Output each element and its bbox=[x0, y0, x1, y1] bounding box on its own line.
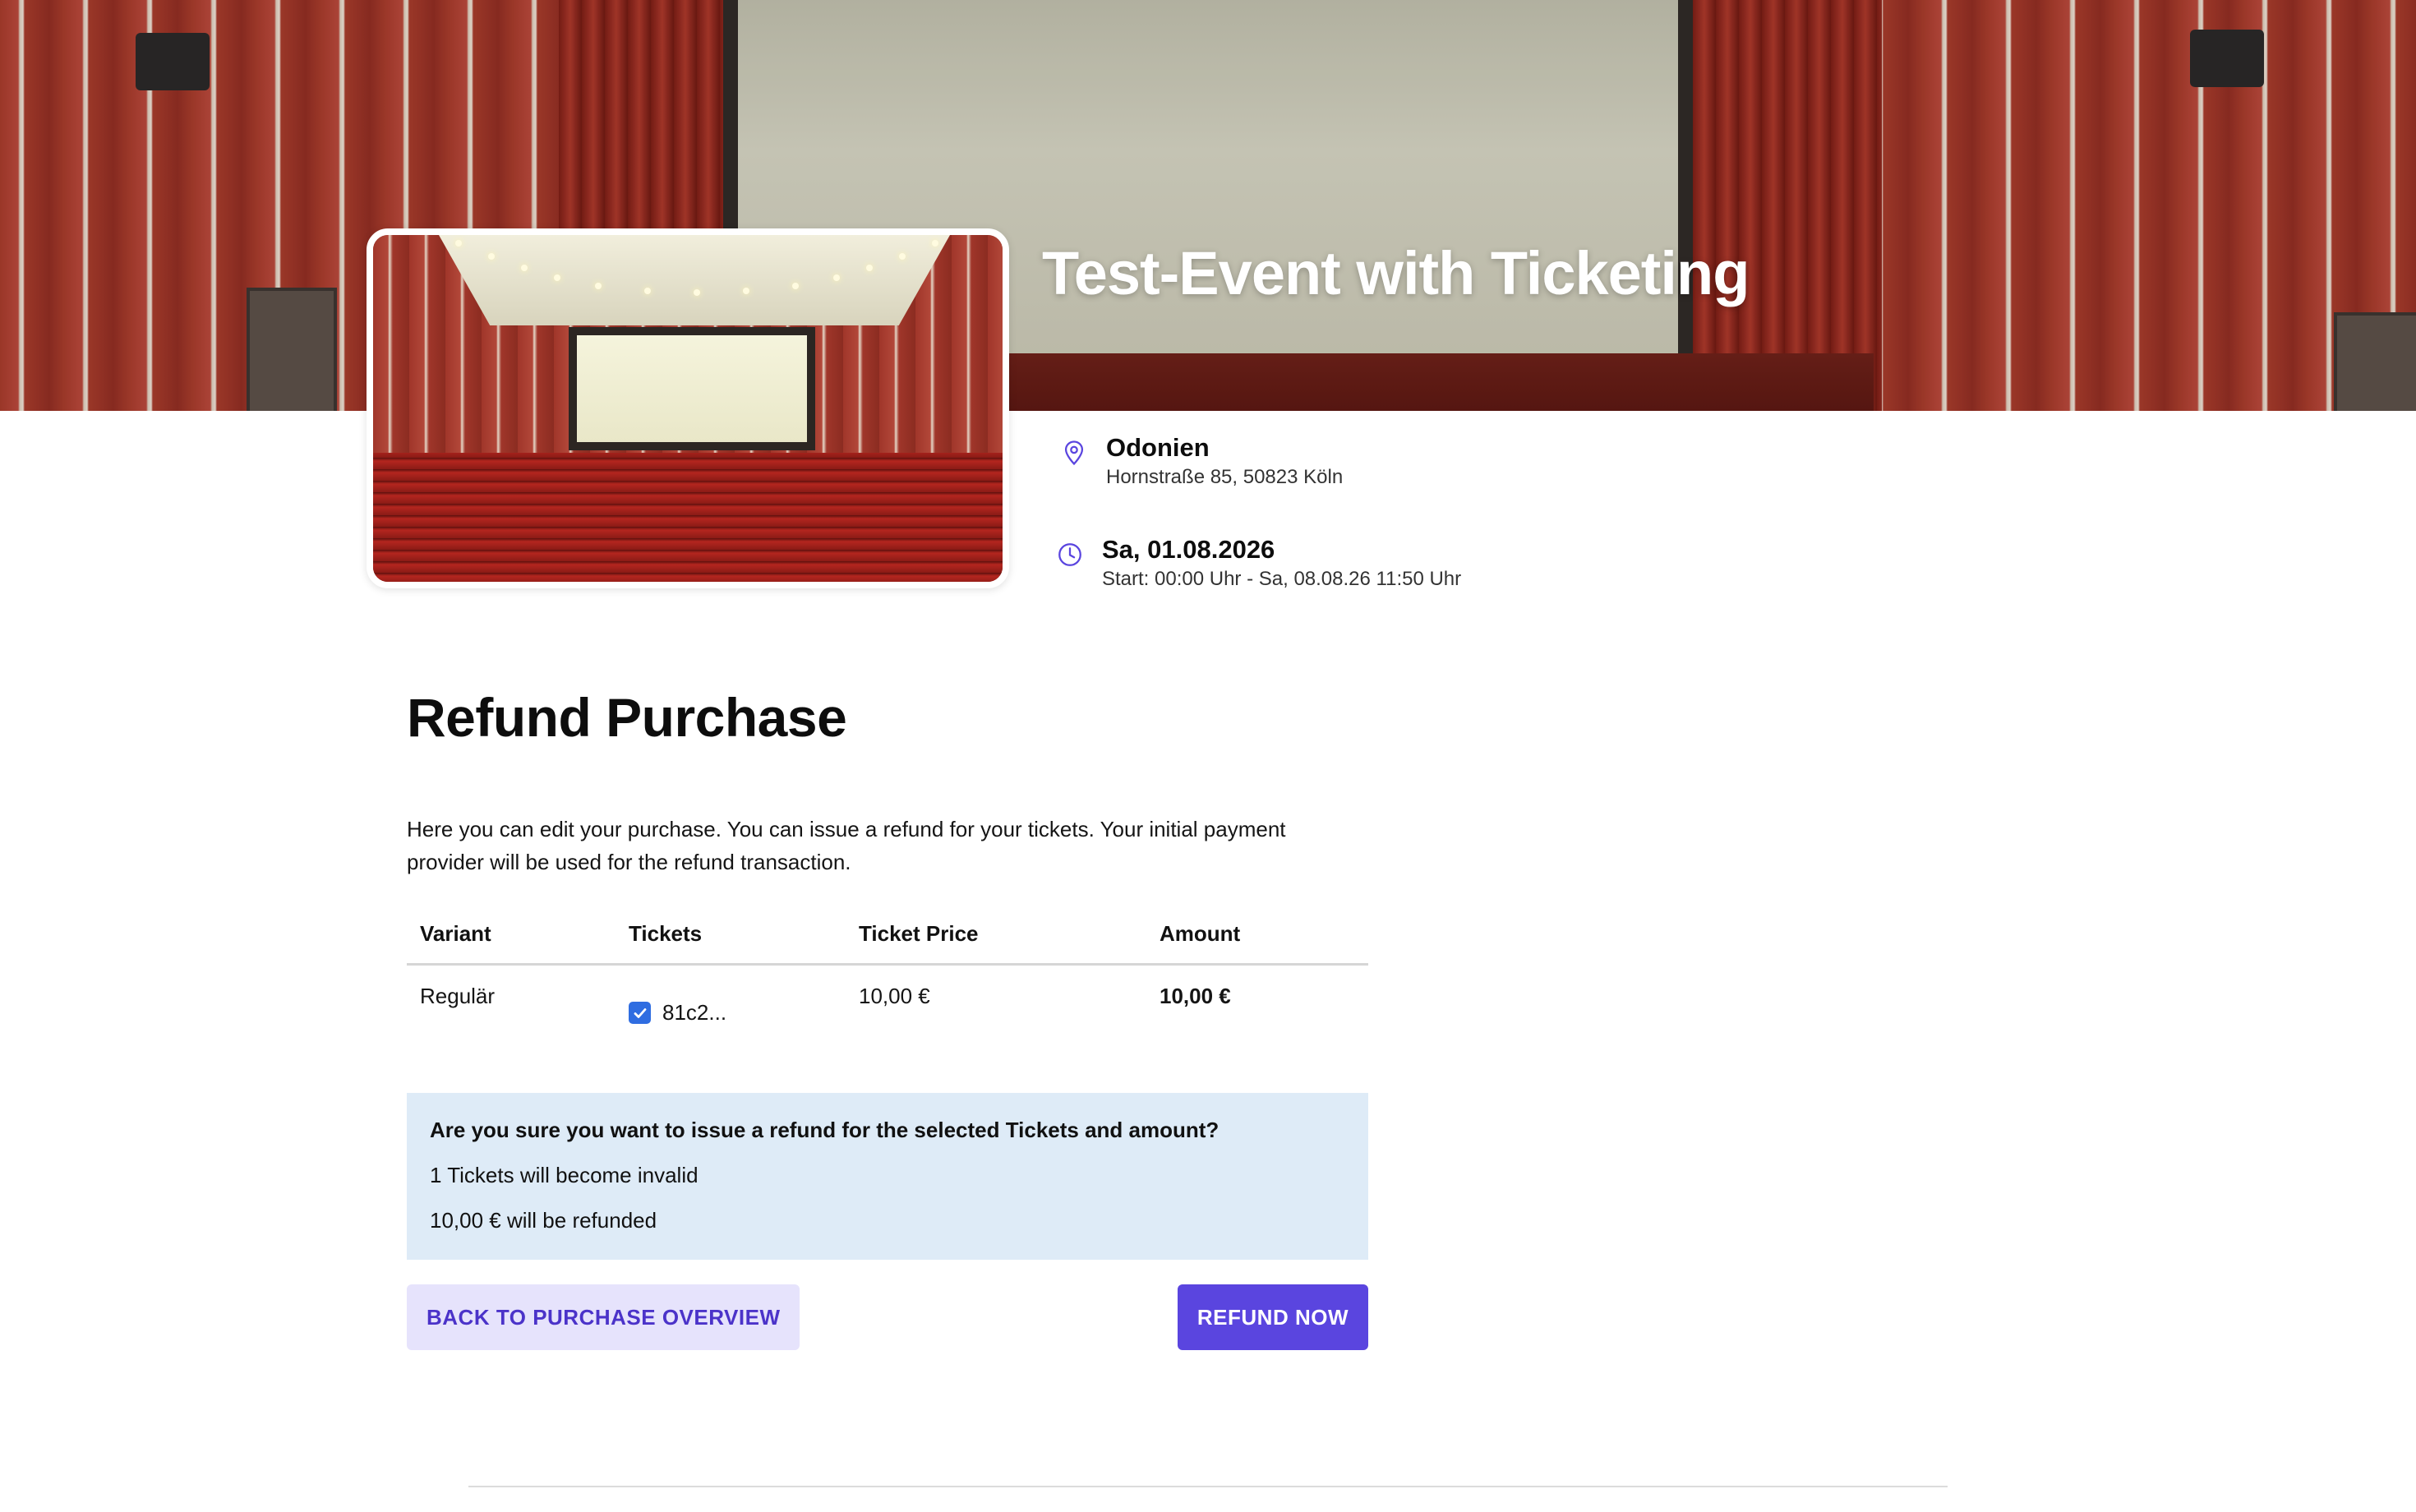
refund-amount-note: 10,00 € will be refunded bbox=[430, 1208, 657, 1233]
back-to-purchase-overview-button[interactable]: BACK TO PURCHASE OVERVIEW bbox=[407, 1284, 800, 1350]
cell-ticket-price: 10,00 € bbox=[859, 984, 930, 1008]
refund-section: Refund Purchase Here you can edit your p… bbox=[407, 686, 1368, 1350]
purchase-table: Variant Tickets Ticket Price Amount Regu… bbox=[407, 911, 1368, 1050]
refund-intro-text: Here you can edit your purchase. You can… bbox=[407, 817, 1286, 874]
ticket-selection: 81c2... bbox=[629, 984, 832, 1026]
column-header-variant: Variant bbox=[407, 911, 616, 966]
venue-info: Odonien Hornstraße 85, 50823 Köln bbox=[1060, 432, 1343, 490]
venue-name: Odonien bbox=[1106, 433, 1210, 462]
refund-now-button[interactable]: REFUND NOW bbox=[1177, 1284, 1368, 1350]
cell-variant: Regulär bbox=[420, 984, 496, 1008]
cell-amount: 10,00 € bbox=[1160, 984, 1231, 1008]
venue-address: Hornstraße 85, 50823 Köln bbox=[1106, 466, 1344, 489]
event-date: Sa, 01.08.2026 bbox=[1102, 535, 1275, 564]
cell-tickets: 81c2... bbox=[616, 965, 846, 1051]
table-header-row: Variant Tickets Ticket Price Amount bbox=[407, 911, 1368, 966]
refund-confirmation-box: Are you sure you want to issue a refund … bbox=[407, 1093, 1368, 1260]
ticket-checkbox[interactable] bbox=[629, 1002, 651, 1024]
action-buttons: BACK TO PURCHASE OVERVIEW REFUND NOW bbox=[407, 1284, 1368, 1350]
clock-icon bbox=[1058, 543, 1081, 566]
page-title: Refund Purchase bbox=[407, 687, 847, 748]
column-header-tickets: Tickets bbox=[616, 911, 846, 966]
event-title: Test-Event with Ticketing bbox=[1042, 239, 1750, 307]
confirmation-question: Are you sure you want to issue a refund … bbox=[430, 1118, 1220, 1142]
map-pin-icon bbox=[1064, 440, 1084, 466]
event-time-range: Start: 00:00 Uhr - Sa, 08.08.26 11:50 Uh… bbox=[1102, 568, 1462, 591]
column-header-amount: Amount bbox=[1146, 911, 1368, 966]
column-header-ticket-price: Ticket Price bbox=[846, 911, 1146, 966]
table-row: Regulär 81c2... 10,00 € 10,00 € bbox=[407, 965, 1368, 1051]
ticket-id: 81c2... bbox=[662, 1000, 727, 1025]
date-info: Sa, 01.08.2026 Start: 00:00 Uhr - Sa, 08… bbox=[1056, 534, 1461, 592]
footer-divider bbox=[468, 1486, 1948, 1487]
tickets-invalid-note: 1 Tickets will become invalid bbox=[430, 1163, 699, 1187]
event-image bbox=[367, 228, 1009, 588]
check-icon bbox=[634, 1007, 646, 1018]
hero-banner bbox=[0, 0, 2416, 411]
